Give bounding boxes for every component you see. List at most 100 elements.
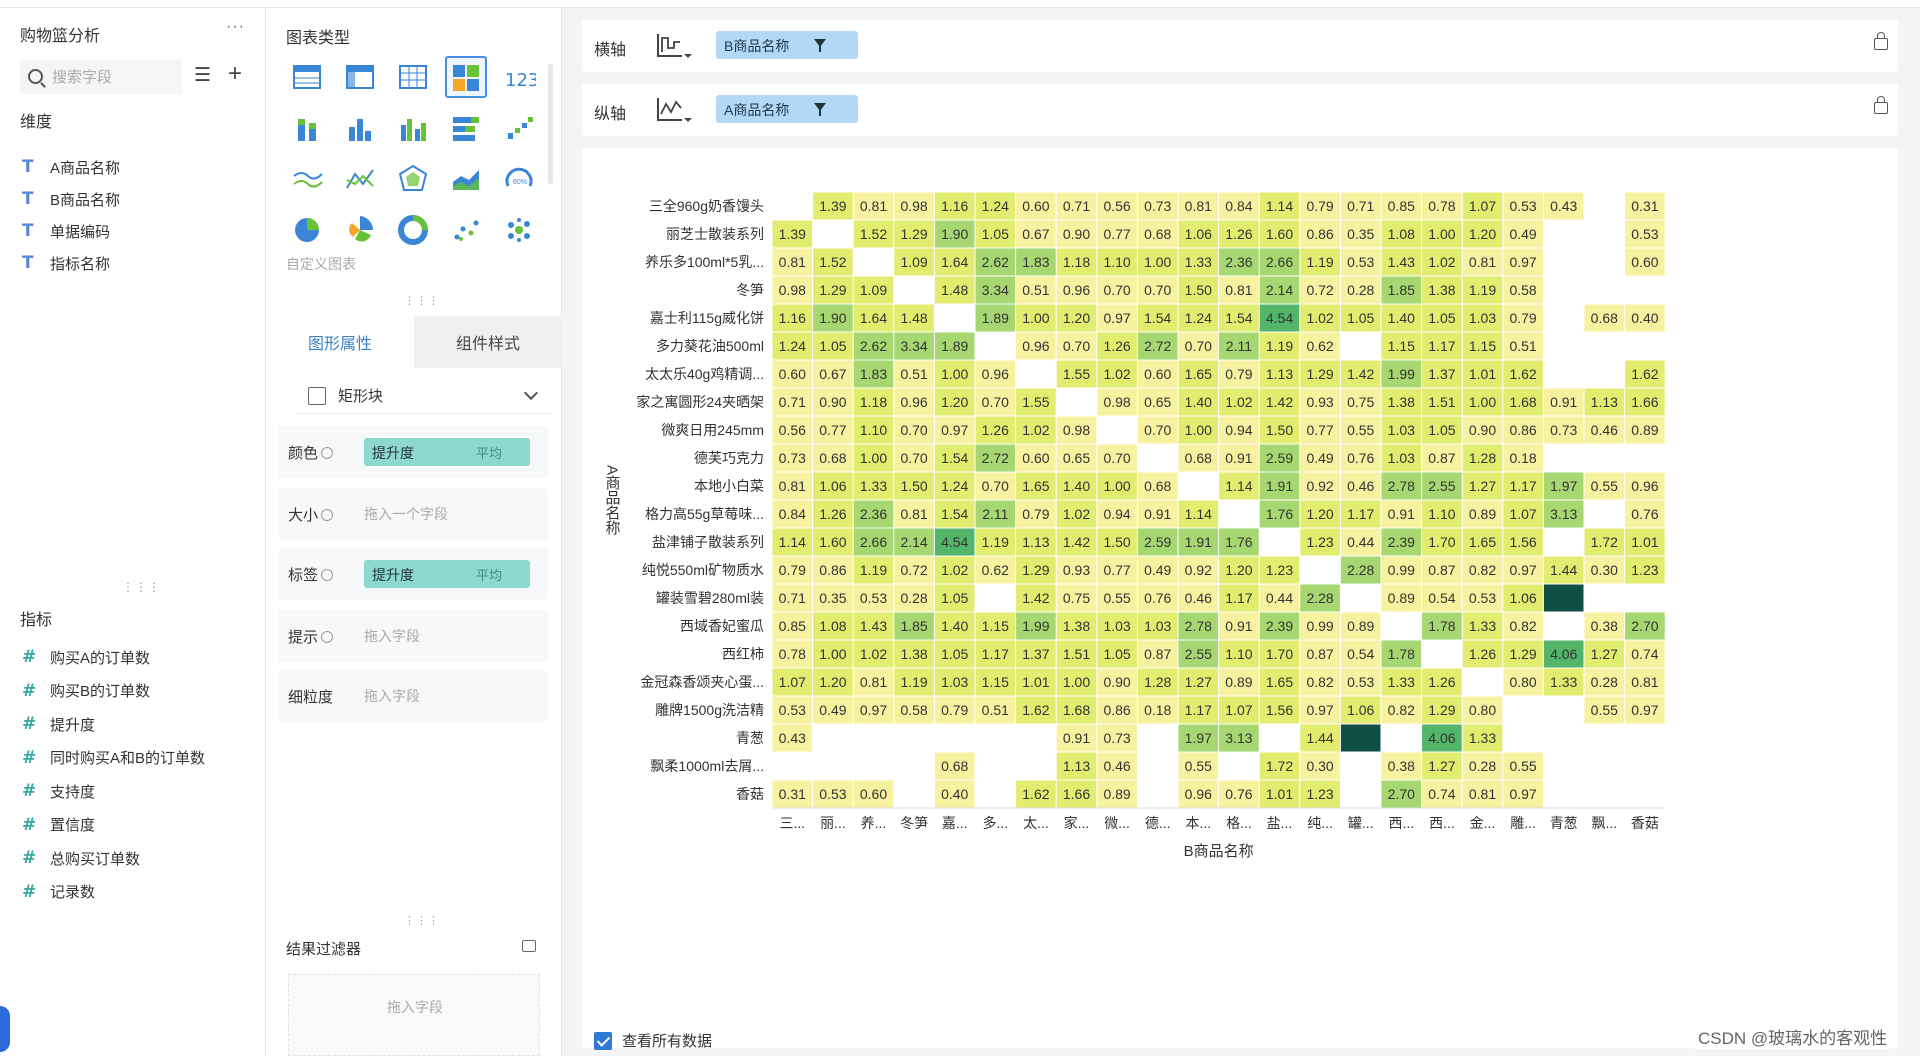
metric-field[interactable]: # 记录数 (22, 879, 95, 905)
heatmap-cell-label: 0.89 (1103, 786, 1130, 802)
dimension-field[interactable]: T B商品名称 (22, 186, 120, 212)
shape-type-select[interactable]: 矩形块 (294, 378, 552, 414)
chart-type-pie-icon[interactable] (286, 209, 328, 251)
chart-type-cross-table-icon[interactable] (339, 56, 381, 98)
chart-type-radar-icon[interactable] (392, 158, 434, 200)
heatmap-cell-label: 1.19 (1306, 254, 1333, 270)
metric-field[interactable]: # 提升度 (22, 711, 95, 737)
gear-icon[interactable] (321, 509, 334, 521)
result-filter-drop-zone[interactable]: 拖入字段 (288, 974, 540, 1056)
show-all-data-toggle[interactable]: 查看所有数据 (594, 1030, 712, 1051)
lock-icon[interactable] (1874, 32, 1888, 50)
chart-type-bubble-icon[interactable] (498, 209, 540, 251)
chart-type-rose-pie-icon[interactable] (339, 209, 381, 251)
field-search[interactable] (20, 60, 182, 94)
tip-prop[interactable]: 提示 拖入字段 (278, 610, 548, 662)
heatmap-cell-label: 0.98 (900, 198, 927, 214)
heatmap-cell-label: 1.29 (1428, 702, 1455, 718)
chart-type-detail-table-icon[interactable] (392, 56, 434, 98)
metric-field[interactable]: # 支持度 (22, 778, 95, 804)
heatmap-cell-label: 1.48 (941, 282, 968, 298)
chart-type-stacked-bar-icon[interactable] (286, 107, 328, 149)
size-drop-zone[interactable]: 拖入一个字段 (364, 504, 448, 524)
metric-field[interactable]: # 购买A的订单数 (22, 644, 150, 670)
dimension-field[interactable]: T 指标名称 (22, 250, 110, 276)
chart-type-table-icon[interactable] (286, 56, 328, 98)
gear-icon[interactable] (321, 447, 334, 459)
heatmap-cell-label: 0.58 (1509, 282, 1536, 298)
chart-type-grouped-bar-icon[interactable] (392, 107, 434, 149)
chart-type-color-table-icon[interactable] (445, 56, 487, 98)
add-field-icon[interactable]: + (228, 60, 242, 88)
chart-types-scrollbar[interactable] (548, 64, 553, 184)
lock-icon[interactable] (522, 940, 536, 952)
metric-field[interactable]: # 购买B的订单数 (22, 678, 150, 704)
heatmap-cell-label: 1.97 (1185, 730, 1212, 746)
tip-drop-zone[interactable]: 拖入字段 (364, 626, 420, 646)
lock-icon[interactable] (1874, 96, 1888, 114)
tab-component-style[interactable]: 组件样式 (414, 316, 562, 368)
filter-icon[interactable] (814, 39, 826, 52)
chart-type-line-icon[interactable] (286, 158, 328, 200)
y-axis-sort-icon[interactable] (652, 94, 692, 126)
chart-type-scatter-bar-icon[interactable] (498, 107, 540, 149)
chart-type-gauge-icon[interactable]: 60% (498, 158, 540, 200)
x-axis-sort-icon[interactable] (652, 30, 692, 62)
heatmap-cell-label: 0.91 (1225, 450, 1252, 466)
color-prop[interactable]: 颜色 提升度 平均 (278, 426, 548, 478)
color-field-pill[interactable]: 提升度 平均 (364, 438, 530, 466)
heatmap-cell-label: 1.99 (1388, 366, 1415, 382)
heatmap-cell-label: 1.09 (900, 254, 927, 270)
heatmap-cell-label: 0.97 (1631, 702, 1658, 718)
heatmap-cell-label: 0.79 (1509, 310, 1536, 326)
x-axis-field-pill[interactable]: B商品名称 (716, 31, 858, 59)
filter-icon[interactable] (814, 103, 826, 116)
heatmap-cell-label: 0.40 (941, 786, 968, 802)
grain-drop-zone[interactable]: 拖入字段 (364, 686, 420, 706)
heatmap-cell-label: 1.26 (819, 506, 846, 522)
tab-graphic-props[interactable]: 图形属性 (266, 316, 414, 368)
heatmap-cell-label: 1.85 (900, 618, 927, 634)
heatmap-cell-label: 0.97 (1306, 702, 1333, 718)
metric-field[interactable]: # 同时购买A和B的订单数 (22, 745, 205, 771)
resize-grip[interactable]: ⋮⋮⋮ (404, 914, 440, 927)
custom-chart-label[interactable]: 自定义图表 (286, 254, 356, 274)
heatmap-cell-label: 1.23 (1266, 562, 1293, 578)
size-prop[interactable]: 大小 拖入一个字段 (278, 488, 548, 540)
more-icon[interactable]: ··· (226, 18, 245, 36)
chart-type-stacked-hbar-icon[interactable] (445, 107, 487, 149)
heatmap-cell-label: 0.30 (1591, 562, 1618, 578)
metric-field[interactable]: # 总购买订单数 (22, 845, 140, 871)
heatmap-cell-label: 2.28 (1347, 562, 1374, 578)
chart-type-kpi-number-icon[interactable]: 123 (498, 56, 540, 98)
metric-field[interactable]: # 置信度 (22, 812, 95, 838)
dimension-field[interactable]: T 单据编码 (22, 218, 110, 244)
search-input[interactable] (52, 64, 177, 90)
heatmap-cell-label: 1.20 (1469, 226, 1496, 242)
x-tick-label: 多... (982, 815, 1008, 831)
heatmap-cell-label: 1.06 (1347, 702, 1374, 718)
heatmap-cell-label: 1.56 (1509, 534, 1536, 550)
y-axis-field-pill[interactable]: A商品名称 (716, 95, 858, 123)
resize-grip[interactable]: ⋮⋮⋮ (404, 294, 440, 307)
gear-icon[interactable] (321, 569, 334, 581)
heatmap-cell-label: 1.27 (1469, 478, 1496, 494)
chart-type-scatter-icon[interactable] (445, 209, 487, 251)
chart-type-multi-line-icon[interactable] (339, 158, 381, 200)
dimension-field[interactable]: T A商品名称 (22, 154, 120, 180)
heatmap-cell-label: 0.85 (1388, 198, 1415, 214)
chart-type-bar-icon[interactable] (339, 107, 381, 149)
x-tick-label: 养... (861, 815, 887, 831)
heatmap-cell-label: 2.78 (1185, 618, 1212, 634)
checkbox-checked-icon[interactable] (594, 1031, 612, 1050)
side-toggle-tab[interactable] (0, 1006, 10, 1052)
tag-field-pill[interactable]: 提升度 平均 (364, 560, 530, 588)
chart-type-area-icon[interactable] (445, 158, 487, 200)
tag-prop[interactable]: 标签 提升度 平均 (278, 548, 548, 600)
filter-sort-icon[interactable]: ☰ (194, 64, 211, 87)
panel-resize-grip[interactable]: ⋮⋮⋮ (122, 580, 161, 594)
chart-type-ring-pie-icon[interactable] (392, 209, 434, 251)
heatmap-cell-label: 0.96 (900, 394, 927, 410)
grain-prop[interactable]: 细粒度 拖入字段 (278, 670, 548, 722)
gear-icon[interactable] (321, 631, 334, 643)
